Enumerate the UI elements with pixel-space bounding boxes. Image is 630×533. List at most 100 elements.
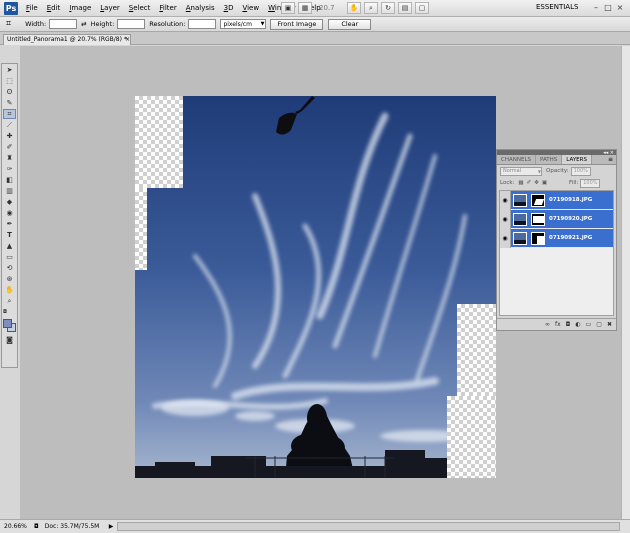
hand-tool-icon[interactable]: ✋ (3, 285, 16, 295)
panorama-canvas[interactable] (135, 96, 496, 478)
layer-name[interactable]: 07190921.JPG (549, 235, 592, 241)
layer-mask-thumbnail[interactable] (531, 193, 545, 207)
history-brush-tool-icon[interactable]: ✑ (3, 164, 16, 174)
clone-stamp-tool-icon[interactable]: ♜ (3, 153, 16, 163)
foreground-color-swatch[interactable] (3, 319, 12, 328)
launch-bridge-button[interactable]: ▣ (281, 2, 295, 14)
move-tool-icon[interactable]: ➤ (3, 65, 16, 75)
lasso-tool-icon[interactable]: ʘ (3, 87, 16, 97)
application-bar: ▣ ▦ 20.7 ✋ ⌕ ↻ ▤ ▢ (281, 2, 432, 14)
layer-thumbnail[interactable] (513, 193, 527, 207)
menu-layer[interactable]: Layer (100, 4, 120, 12)
layer-mask-thumbnail[interactable] (531, 231, 545, 245)
lock-position-icon[interactable]: ✥ (534, 180, 539, 186)
view-extras-button[interactable]: ▦ (298, 2, 312, 14)
eyedropper-tool-icon[interactable]: ⟋ (3, 120, 16, 130)
3d-orbit-tool-icon[interactable]: ⊛ (3, 274, 16, 284)
minimize-icon[interactable]: – (590, 3, 602, 13)
status-icon[interactable]: ◘ (34, 523, 39, 530)
visibility-eye-icon[interactable]: ◉ (500, 190, 511, 210)
gradient-tool-icon[interactable]: ▥ (3, 186, 16, 196)
fill-label: Fill: (569, 180, 579, 186)
close-icon[interactable]: × (614, 3, 626, 13)
visibility-eye-icon[interactable]: ◉ (500, 228, 511, 248)
rotate-view-button[interactable]: ↻ (381, 2, 395, 14)
width-input[interactable] (49, 19, 78, 29)
tab-paths[interactable]: PATHS (536, 155, 563, 164)
delete-layer-icon[interactable]: ✖ (607, 321, 612, 328)
visibility-eye-icon[interactable]: ◉ (500, 209, 511, 229)
color-swatches[interactable] (2, 318, 17, 334)
default-colors-icon[interactable]: ◘ (3, 307, 16, 317)
eraser-tool-icon[interactable]: ◧ (3, 175, 16, 185)
layer-style-icon[interactable]: fx (555, 321, 561, 328)
menu-view[interactable]: View (242, 4, 259, 12)
front-image-button[interactable]: Front Image (270, 18, 324, 30)
layer-row[interactable]: ◉ 07190920.JPG (500, 209, 613, 229)
path-selection-tool-icon[interactable]: ▲ (3, 241, 16, 251)
menu-image[interactable]: Image (69, 4, 91, 12)
tab-channels[interactable]: CHANNELS (497, 155, 536, 164)
maximize-icon[interactable]: □ (602, 3, 614, 13)
height-input[interactable] (117, 19, 146, 29)
layer-row[interactable]: ◉ 07190918.JPG (500, 190, 613, 210)
add-mask-icon[interactable]: ◘ (566, 321, 571, 328)
clear-button[interactable]: Clear (328, 18, 372, 30)
lock-image-icon[interactable]: ✐ (527, 180, 532, 186)
lock-transparent-icon[interactable]: ▦ (518, 180, 523, 186)
close-document-icon[interactable]: × (125, 35, 130, 45)
menu-select[interactable]: Select (129, 4, 151, 12)
menu-analysis[interactable]: Analysis (186, 4, 215, 12)
chevron-down-icon: ▼ (260, 21, 265, 27)
marquee-tool-icon[interactable]: ⬚ (3, 76, 16, 86)
new-layer-icon[interactable]: ▢ (596, 321, 602, 328)
layer-row[interactable]: ◉ 07190921.JPG (500, 228, 613, 248)
quick-selection-tool-icon[interactable]: ✎ (3, 98, 16, 108)
layer-thumbnail[interactable] (513, 231, 527, 245)
zoom-tool-icon[interactable]: ⌕ (3, 296, 16, 306)
healing-brush-tool-icon[interactable]: ✚ (3, 131, 16, 141)
screen-mode-button[interactable]: ▢ (415, 2, 429, 14)
new-group-icon[interactable]: ▭ (586, 321, 592, 328)
resolution-unit-select[interactable]: pixels/cm ▼ (220, 19, 267, 29)
swap-icon[interactable]: ⇄ (81, 20, 86, 28)
shape-tool-icon[interactable]: ▭ (3, 252, 16, 262)
document-tab[interactable]: Untitled_Panorama1 @ 20.7% (RGB/8) * × (3, 34, 131, 45)
arrange-documents-button[interactable]: ▤ (398, 2, 412, 14)
horizontal-scrollbar[interactable] (117, 522, 620, 531)
dodge-tool-icon[interactable]: ◉ (3, 208, 16, 218)
workspace-switcher[interactable]: ESSENTIALS (536, 3, 578, 11)
status-menu-arrow-icon[interactable]: ▶ (109, 523, 114, 530)
status-doc-size: Doc: 35.7M/75.5M (44, 523, 100, 530)
layer-name[interactable]: 07190920.JPG (549, 216, 592, 222)
link-layers-icon[interactable]: ∞ (545, 321, 550, 328)
panel-menu-icon[interactable]: ≡ (608, 156, 613, 163)
opacity-field[interactable]: 100% (570, 166, 591, 176)
layer-thumbnail[interactable] (513, 212, 527, 226)
zoom-level[interactable]: 20.7 (319, 3, 343, 14)
crop-tool-icon[interactable]: ⌗ (6, 19, 11, 29)
fill-field[interactable]: 100% (580, 178, 601, 188)
menu-filter[interactable]: Filter (159, 4, 176, 12)
tab-layers[interactable]: LAYERS (562, 155, 592, 164)
zoom-tool-button[interactable]: ⌕ (364, 2, 378, 14)
menu-3d[interactable]: 3D (224, 4, 234, 12)
layer-name[interactable]: 07190918.JPG (549, 197, 592, 203)
blend-mode-select[interactable]: Normal ▼ (500, 166, 542, 176)
menu-file[interactable]: File (26, 4, 38, 12)
brush-tool-icon[interactable]: ✐ (3, 142, 16, 152)
crop-tool-icon[interactable]: ⌗ (3, 109, 16, 119)
resolution-input[interactable] (188, 19, 217, 29)
hand-tool-button[interactable]: ✋ (347, 2, 361, 14)
type-tool-icon[interactable]: T (3, 230, 16, 240)
pen-tool-icon[interactable]: ✒ (3, 219, 16, 229)
vertical-scrollbar[interactable] (621, 46, 630, 519)
blur-tool-icon[interactable]: ◆ (3, 197, 16, 207)
menu-edit[interactable]: Edit (47, 4, 61, 12)
layer-mask-thumbnail[interactable] (531, 212, 545, 226)
status-zoom[interactable]: 20.66% (4, 523, 30, 530)
3d-rotate-tool-icon[interactable]: ⟲ (3, 263, 16, 273)
quick-mask-icon[interactable]: ◙ (3, 335, 16, 345)
lock-all-icon[interactable]: ▣ (542, 180, 547, 186)
adjustment-layer-icon[interactable]: ◐ (575, 321, 580, 328)
